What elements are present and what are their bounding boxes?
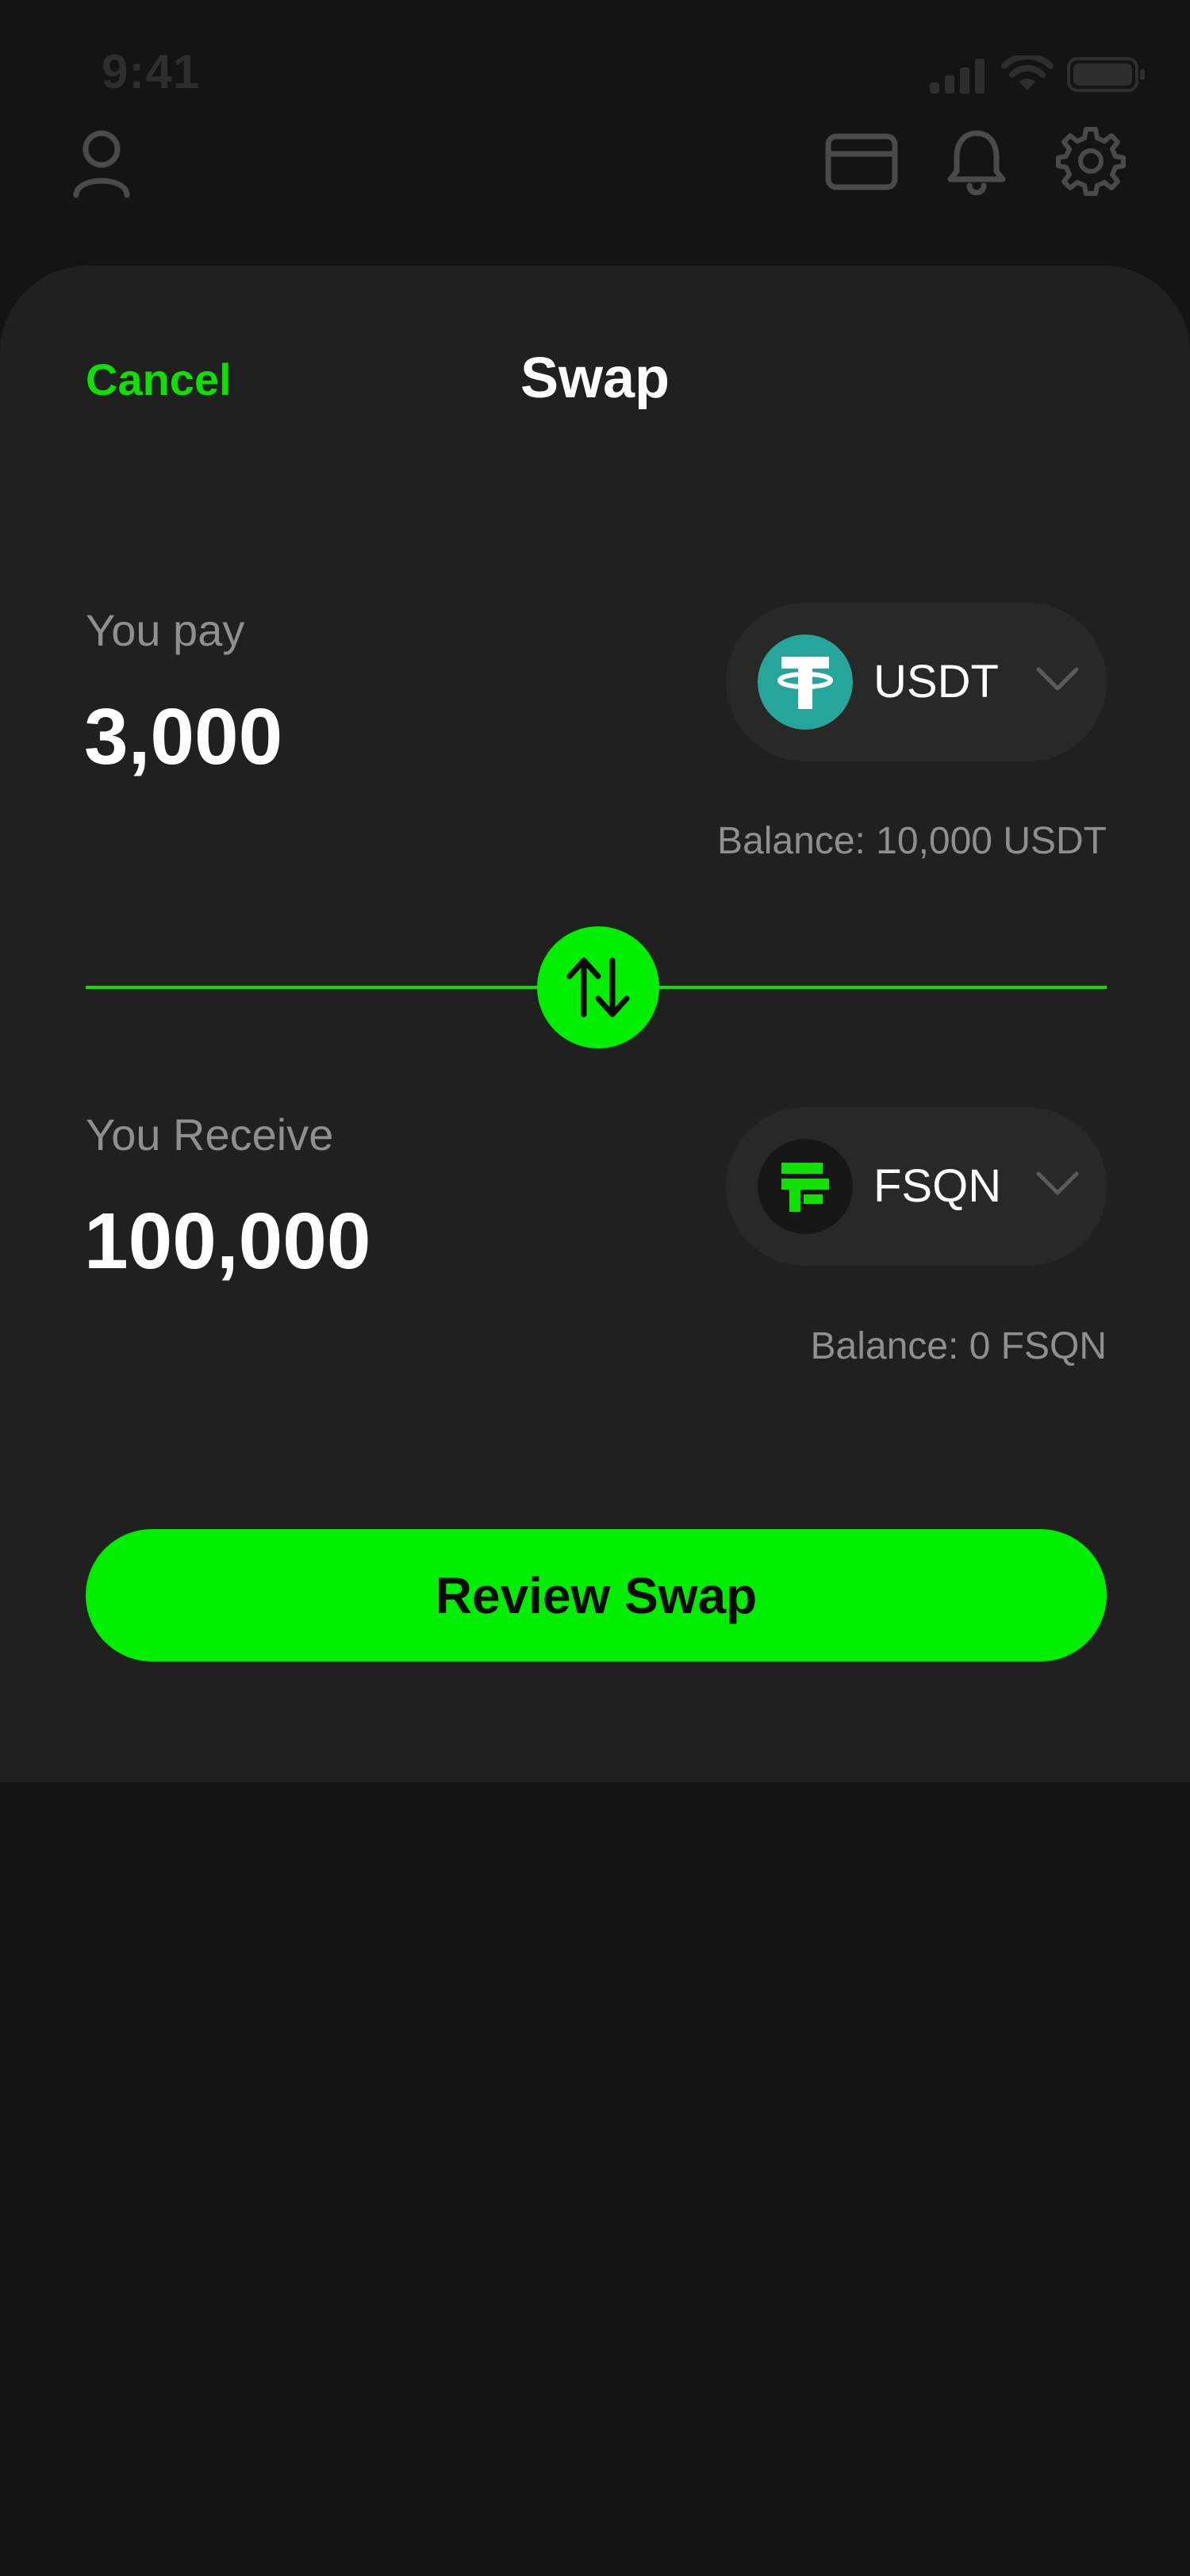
- pay-amount-input[interactable]: 3,000: [84, 692, 282, 783]
- receive-amount: 100,000: [84, 1197, 371, 1286]
- pay-token-symbol: USDT: [873, 656, 999, 707]
- pay-balance: Balance: 10,000 USDT: [717, 820, 1107, 862]
- receive-label: You Receive: [86, 1110, 334, 1160]
- receive-token-symbol: FSQN: [873, 1160, 1002, 1212]
- user-icon[interactable]: [70, 127, 133, 198]
- status-icons: [0, 56, 1190, 95]
- sheet-title: Swap: [520, 347, 670, 410]
- card-icon[interactable]: [825, 133, 898, 190]
- pay-label: You pay: [86, 605, 245, 655]
- chevron-down-icon: [1036, 1171, 1079, 1195]
- status-bar: 9:41: [0, 0, 1190, 135]
- tether-logo-icon: [758, 634, 853, 730]
- swap-direction-button[interactable]: [537, 926, 659, 1048]
- gear-icon[interactable]: [1055, 125, 1127, 197]
- bell-icon[interactable]: [946, 127, 1008, 195]
- wifi-icon: [1001, 56, 1054, 90]
- receive-token-selector[interactable]: FSQN: [726, 1107, 1107, 1266]
- review-swap-button[interactable]: Review Swap: [86, 1529, 1107, 1662]
- fsqn-logo-icon: [758, 1139, 853, 1234]
- cellular-signal-icon: [930, 59, 985, 94]
- chevron-down-icon: [1036, 667, 1079, 691]
- receive-balance: Balance: 0 FSQN: [810, 1325, 1107, 1367]
- pay-token-selector[interactable]: USDT: [726, 603, 1107, 761]
- swap-arrows-icon: [566, 957, 630, 1018]
- battery-icon: [1067, 57, 1145, 92]
